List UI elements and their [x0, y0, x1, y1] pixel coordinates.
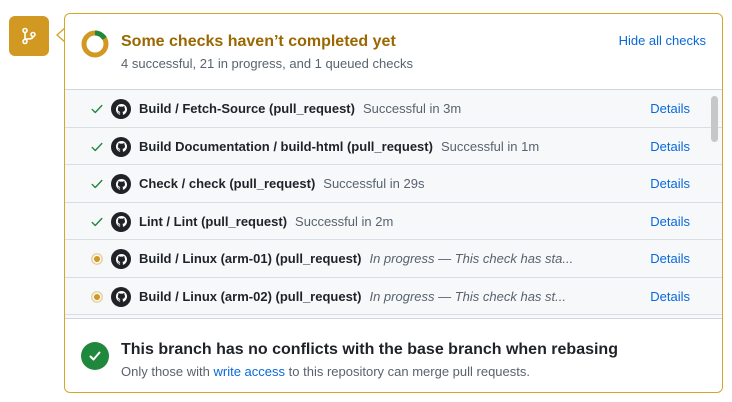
check-row[interactable]: Lint / Lint (pull_request) Successful in …	[65, 203, 722, 240]
merge-status-subtitle: Only those with write access to this rep…	[121, 364, 530, 379]
details-link[interactable]: Details	[650, 101, 690, 116]
checks-list[interactable]: Build / Fetch-Source (pull_request) Succe…	[65, 89, 722, 319]
write-access-link[interactable]: write access	[214, 364, 286, 379]
merge-status-title: This branch has no conflicts with the ba…	[121, 341, 618, 358]
github-icon	[111, 136, 131, 157]
hide-all-checks-link[interactable]: Hide all checks	[619, 33, 706, 48]
github-icon	[111, 174, 131, 194]
check-row[interactable]: Build / Fetch-Source (pull_request) Succe…	[65, 90, 722, 128]
check-name-text: Lint / Lint (pull_request)	[139, 213, 288, 229]
check-row[interactable]: Check / check (pull_request) Successful i…	[65, 165, 722, 203]
dot-icon	[89, 251, 105, 267]
check-name-text: Build / Linux (arm-01) (pull_request)	[139, 251, 362, 266]
progress-donut-icon	[81, 30, 109, 58]
check-icon	[89, 139, 105, 155]
checks-scrollbar[interactable]	[711, 96, 718, 142]
check-name: Lint / Lint (pull_request) Successful in …	[139, 214, 393, 229]
check-row[interactable]: Build / Linux (arm-02) (pull_request) In …	[65, 278, 722, 315]
check-description: Successful in 1m	[440, 138, 540, 154]
git-branch-icon	[9, 16, 49, 56]
check-name: Build / Linux (arm-02) (pull_request) In …	[139, 289, 566, 304]
check-circle-icon	[81, 342, 109, 370]
check-name: Build Documentation / build-html (pull_r…	[139, 139, 539, 154]
check-description: In progress — This check has sta...	[369, 251, 574, 266]
check-row[interactable]: Build Documentation / build-html (pull_r…	[65, 128, 722, 165]
github-icon	[111, 249, 131, 269]
check-name-text: Build / Fetch-Source (pull_request)	[139, 101, 355, 116]
dot-icon	[89, 289, 105, 305]
check-description: Successful in 2m	[295, 213, 394, 229]
details-link[interactable]: Details	[650, 251, 690, 266]
details-link[interactable]: Details	[650, 289, 690, 304]
check-name: Check / check (pull_request) Successful i…	[139, 176, 424, 191]
check-name: Build / Linux (arm-01) (pull_request) In …	[139, 251, 573, 266]
checks-panel: Some checks haven’t completed yet 4 succ…	[64, 13, 723, 393]
details-link[interactable]: Details	[650, 214, 690, 229]
check-description: Successful in 29s	[323, 176, 425, 191]
check-icon	[89, 214, 105, 230]
github-icon	[111, 211, 131, 232]
github-icon	[111, 286, 131, 307]
checks-summary: 4 successful, 21 in progress, and 1 queu…	[121, 56, 413, 71]
check-description: In progress — This check has st...	[369, 288, 566, 304]
check-icon	[89, 101, 105, 117]
details-link[interactable]: Details	[650, 139, 690, 154]
merge-sub-before: Only those with	[121, 364, 214, 379]
checks-title: Some checks haven’t completed yet	[121, 33, 396, 50]
details-link[interactable]: Details	[650, 176, 690, 191]
checks-header: Some checks haven’t completed yet 4 succ…	[65, 14, 722, 89]
check-description: Successful in 3m	[362, 101, 462, 116]
check-name: Build / Fetch-Source (pull_request) Succe…	[139, 101, 461, 116]
check-name-text: Check / check (pull_request)	[139, 176, 316, 191]
check-name-text: Build Documentation / build-html (pull_r…	[139, 138, 433, 154]
check-icon	[89, 176, 105, 192]
merge-status: This branch has no conflicts with the ba…	[65, 319, 722, 393]
check-name-text: Build / Linux (arm-02) (pull_request)	[139, 288, 362, 304]
merge-sub-after: to this repository can merge pull reques…	[285, 364, 530, 379]
github-icon	[111, 99, 131, 119]
check-row[interactable]: Build / Linux (arm-01) (pull_request) In …	[65, 240, 722, 278]
